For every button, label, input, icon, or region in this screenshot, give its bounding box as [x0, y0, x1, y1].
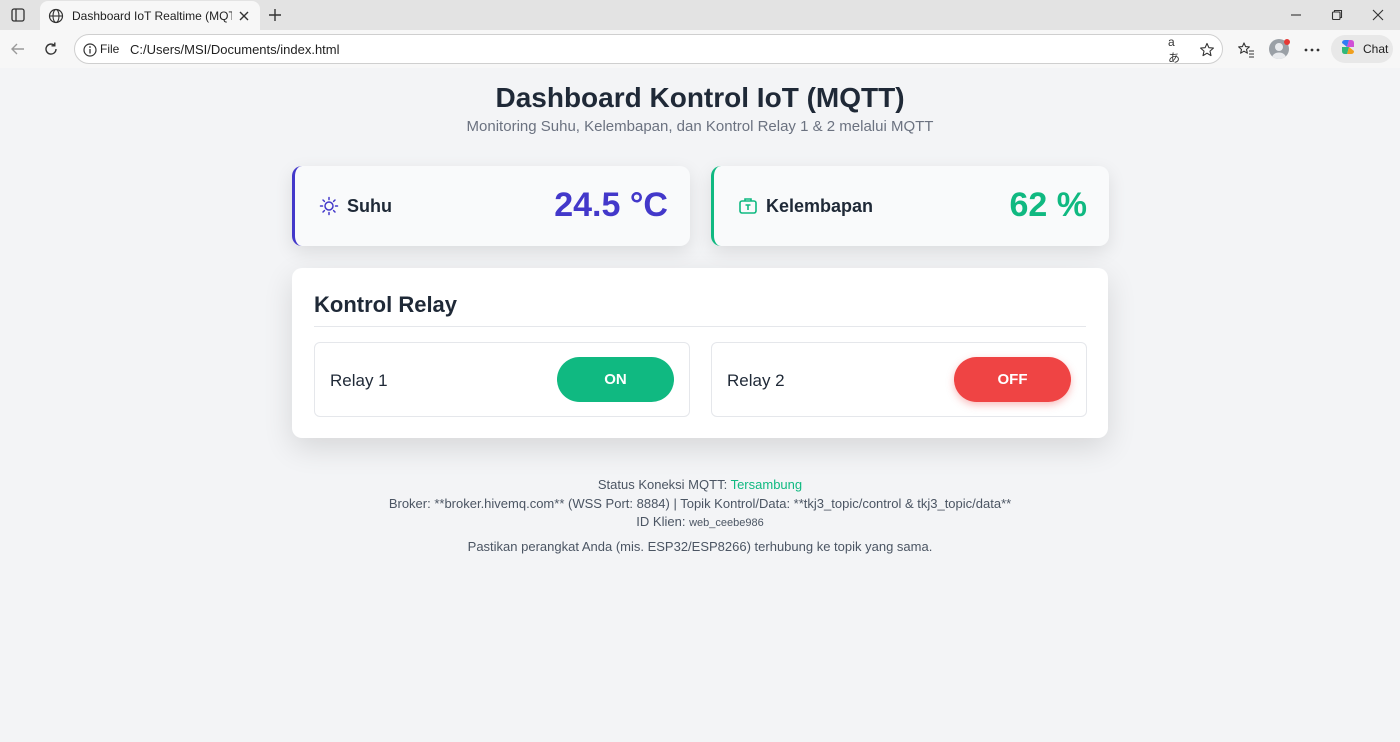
temperature-value: 24.5 °C — [554, 186, 668, 224]
temperature-card: Suhu 24.5 °C — [292, 166, 690, 246]
copilot-chat-button[interactable]: Chat — [1331, 35, 1393, 63]
tab-actions-icon[interactable] — [8, 5, 28, 25]
sun-icon — [319, 196, 339, 216]
humidity-card: Kelembapan 62 % — [711, 166, 1109, 246]
restore-icon[interactable] — [1327, 6, 1347, 24]
relay-2-label: Relay 2 — [727, 371, 785, 390]
page-title: Dashboard Kontrol IoT (MQTT) — [495, 82, 905, 113]
client-id-label: ID Klien: — [636, 514, 686, 529]
reload-icon[interactable] — [41, 39, 61, 59]
address-bar[interactable]: File C:/Users/MSI/Documents/index.html a… — [74, 34, 1223, 65]
url-scheme-label: File — [100, 42, 120, 56]
relay-2-row: Relay 2 OFF — [711, 342, 1087, 417]
back-arrow-icon[interactable] — [8, 39, 28, 59]
relay-1-toggle-button[interactable]: ON — [557, 357, 674, 402]
notification-dot — [1284, 39, 1290, 45]
droplet-box-icon — [738, 196, 758, 216]
relay-1-label: Relay 1 — [330, 371, 388, 390]
globe-icon — [48, 8, 64, 24]
relay-1-row: Relay 1 ON — [314, 342, 690, 417]
tab-strip: Dashboard IoT Realtime (MQTT - — [0, 0, 1400, 31]
copilot-icon — [1339, 38, 1357, 61]
status-area: Status Koneksi MQTT: Tersambung Broker: … — [4, 476, 1396, 556]
close-window-icon[interactable] — [1368, 6, 1388, 24]
divider — [314, 326, 1086, 327]
info-icon[interactable] — [82, 42, 98, 58]
more-menu-icon[interactable] — [1302, 40, 1322, 60]
temperature-label: Suhu — [347, 196, 392, 216]
relay-heading: Kontrol Relay — [314, 292, 458, 317]
connection-status-label: Status Koneksi MQTT: — [597, 477, 728, 492]
new-tab-icon[interactable] — [266, 6, 284, 24]
relay-2-toggle-button[interactable]: OFF — [954, 357, 1071, 402]
close-tab-icon[interactable] — [236, 8, 252, 24]
chat-label: Chat — [1363, 42, 1389, 56]
broker-info: Broker: **broker.hivemq.com** (WSS Port:… — [388, 495, 1012, 511]
page-viewport: Dashboard Kontrol IoT (MQTT) Monitoring … — [4, 68, 1396, 742]
connection-status-line: Status Koneksi MQTT: Tersambung — [4, 476, 1396, 495]
client-id-value: web_ceebe986 — [689, 517, 764, 529]
tab-title: Dashboard IoT Realtime (MQTT - — [72, 9, 232, 23]
minimize-icon[interactable] — [1286, 6, 1306, 24]
relay-panel: Kontrol Relay Relay 1 ON Relay 2 OFF — [292, 268, 1108, 438]
read-aloud-icon[interactable]: aあ — [1168, 35, 1186, 65]
page-subtitle: Monitoring Suhu, Kelembapan, dan Kontrol… — [466, 118, 934, 135]
browser-tab[interactable]: Dashboard IoT Realtime (MQTT - — [40, 1, 260, 31]
browser-toolbar: File C:/Users/MSI/Documents/index.html a… — [0, 30, 1400, 68]
client-id-line: ID Klien: web_ceebe986 — [4, 513, 1396, 532]
humidity-value: 62 % — [1009, 186, 1088, 224]
device-note: Pastikan perangkat Anda (mis. ESP32/ESP8… — [467, 538, 933, 554]
humidity-label: Kelembapan — [766, 196, 874, 216]
star-icon[interactable] — [1198, 41, 1216, 59]
connection-status-value: Tersambung — [730, 477, 803, 492]
favorites-icon[interactable] — [1236, 40, 1256, 60]
url-text[interactable]: C:/Users/MSI/Documents/index.html — [130, 42, 340, 57]
